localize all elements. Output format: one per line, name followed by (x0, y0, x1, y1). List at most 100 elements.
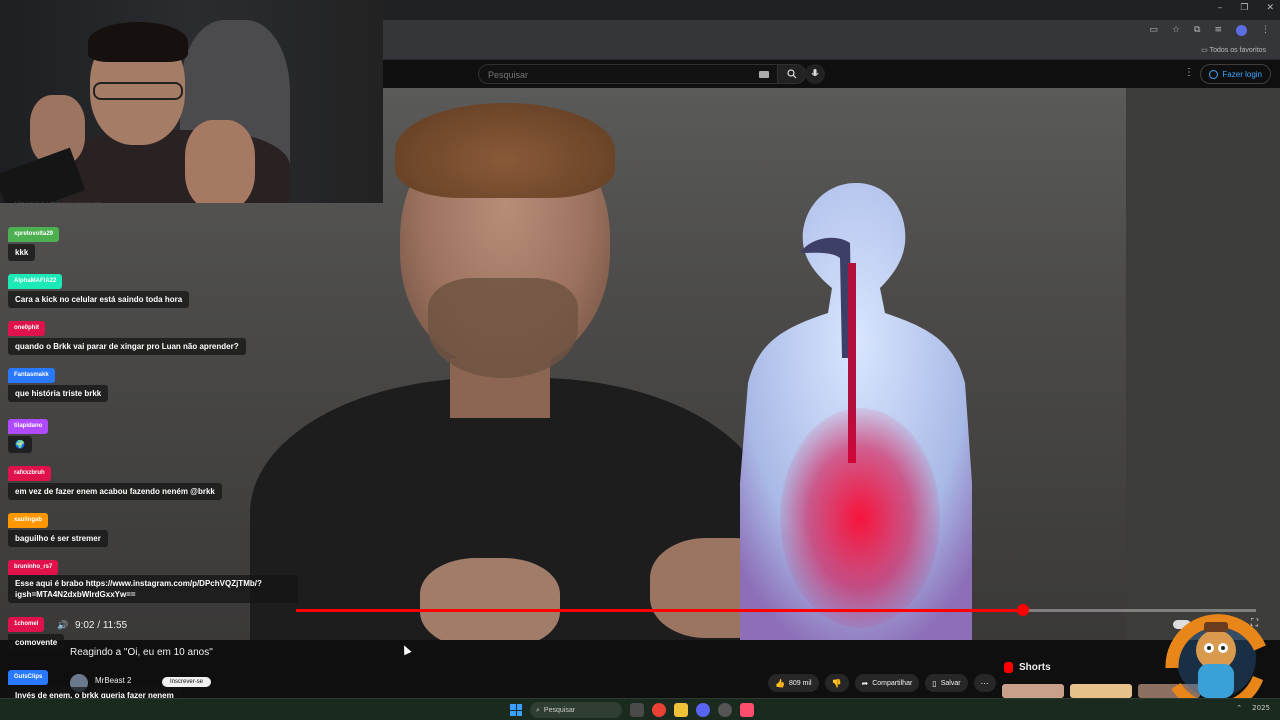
chevron-up-icon[interactable]: ⌃ (1236, 704, 1242, 712)
chat-username[interactable]: Fantasmakk (8, 368, 55, 383)
webcam-glasses (93, 82, 183, 100)
chat-username[interactable]: xpretovolta29 (8, 227, 60, 242)
duration: 11:55 (102, 620, 128, 631)
presenter-left-hand (420, 558, 560, 640)
search-box (478, 64, 778, 84)
chrome-icon[interactable] (652, 703, 666, 717)
chat-message: bruninho_rs7 Esse aqui é brabo https://ww… (8, 555, 298, 603)
chat-message: tilapidano 🌍 (8, 414, 49, 453)
chat-message: 1chomel comovente (8, 612, 65, 651)
search-button[interactable] (778, 64, 806, 84)
webcam-shoulder (185, 120, 255, 203)
chat-message-text: em vez de fazer enem acabou fazendo nené… (8, 483, 222, 500)
share-icon: ➦ (861, 678, 869, 688)
browser-menu-icon[interactable]: ⋮ (1261, 25, 1270, 36)
chat-message-text: 🌍 (8, 436, 32, 453)
maximize-icon[interactable]: ❐ (1240, 3, 1248, 13)
microphone-icon (811, 69, 819, 76)
video-actions: 👍 809 mil 👎 ➦ Compartilhar ▯ Salvar ⋯ (768, 674, 996, 692)
chat-username[interactable]: GutsClips (8, 670, 49, 685)
chat-message: AlphaMAFIA22 Cara a kick no celular está … (8, 269, 190, 308)
folder-icon: ▭ (1201, 47, 1208, 54)
chat-message: xpretovolta29 kkk (8, 222, 60, 261)
chat-faded-message: Um novo é salvo seja nessa vez... (15, 202, 107, 208)
window-controls: – ❐ ✕ (1218, 3, 1274, 13)
login-button[interactable]: Fazer login (1200, 64, 1271, 84)
thumbs-down-icon: 👎 (831, 678, 842, 688)
file-explorer-icon[interactable] (674, 703, 688, 717)
shorts-icon (1004, 662, 1013, 673)
youtube-masthead: ⋮ Fazer login (383, 60, 1280, 88)
screen: – ❐ ✕ ▭ ☆ ⧉ ≡ ⋮ ▭ Todos os favoritos Pes… (0, 0, 1280, 720)
chat-message-text: Esse aqui é brabo https://www.instagram.… (8, 575, 298, 603)
voice-search-button[interactable] (805, 64, 825, 84)
taskbar-apps: ⌕ Pesquisar (510, 702, 754, 718)
more-actions-button[interactable]: ⋯ (973, 674, 996, 692)
profile-avatar[interactable] (1236, 25, 1247, 36)
time-display: 9:02 / 11:55 (75, 620, 127, 631)
webcam-hair (88, 22, 188, 62)
chat-message-text: baguilho é ser stremer (8, 530, 108, 547)
webcam-overlay (0, 0, 383, 203)
chat-username[interactable]: 1chomel (8, 617, 45, 632)
chat-username[interactable]: tilapidano (8, 419, 49, 434)
chat-message: Fantasmakk que história triste brkk (8, 363, 109, 402)
all-bookmarks-button[interactable]: ▭ Todos os favoritos (1201, 46, 1266, 54)
chat-message-text: quando o Brkk vai parar de xingar pro Lu… (8, 338, 246, 355)
system-tray: ⌃ 2025 (1236, 704, 1270, 712)
search-icon (786, 69, 796, 79)
current-time: 9:02 (75, 620, 95, 631)
keyboard-icon[interactable] (759, 71, 769, 78)
taskbar: ⌕ Pesquisar ⌃ 2025 (0, 698, 1280, 720)
like-button[interactable]: 👍 809 mil (768, 674, 819, 692)
thumbs-up-icon: 👍 (775, 678, 785, 688)
settings-menu-icon[interactable]: ⋮ (1184, 67, 1194, 78)
extensions-icon[interactable]: ⧉ (1194, 25, 1200, 36)
windows-start-icon[interactable] (510, 704, 522, 716)
chat-message: xaulingab baguilho é ser stremer (8, 508, 108, 547)
minimize-icon[interactable]: – (1218, 3, 1223, 13)
presenter-beard (428, 278, 578, 378)
dislike-button[interactable]: 👎 (824, 674, 849, 692)
shorts-thumbnail[interactable] (1070, 684, 1132, 698)
cast-icon[interactable]: ▭ (1149, 25, 1158, 36)
chat-username[interactable]: AlphaMAFIA22 (8, 274, 63, 289)
star-icon[interactable]: ☆ (1172, 25, 1180, 36)
video-info: Reagindo a "Oi, eu em 10 anos" MrBeast 2… (0, 640, 1280, 698)
chat-message-text: comovente (8, 634, 65, 651)
search-input[interactable] (479, 66, 777, 84)
chat-username[interactable]: bruninho_rs7 (8, 560, 59, 575)
video-title: Reagindo a "Oi, eu em 10 anos" (70, 647, 213, 658)
sidebar-icon[interactable]: ≡ (1214, 25, 1222, 36)
taskbar-search[interactable]: ⌕ Pesquisar (530, 702, 622, 718)
account-icon (1209, 69, 1219, 79)
chat-message-text: kkk (8, 244, 36, 261)
chat-username[interactable]: rafxxzbruh (8, 466, 51, 481)
search-icon: ⌕ (536, 705, 540, 714)
chat-username[interactable]: one0phit (8, 321, 45, 336)
clock[interactable]: 2025 (1252, 704, 1270, 712)
app-icon[interactable] (740, 703, 754, 717)
share-button[interactable]: ➦ Compartilhar (854, 674, 920, 692)
address-bar[interactable]: ▭ ☆ ⧉ ≡ ⋮ (383, 20, 1280, 42)
save-button[interactable]: ▯ Salvar (925, 674, 968, 692)
close-icon[interactable]: ✕ (1266, 3, 1274, 13)
more-icon: ⋯ (980, 678, 989, 688)
shorts-thumbnail[interactable] (1002, 684, 1064, 698)
browser-title-bar: – ❐ ✕ (383, 0, 1280, 20)
webcam-body (60, 130, 290, 203)
discord-icon[interactable] (696, 703, 710, 717)
chat-username[interactable]: xaulingab (8, 513, 49, 528)
chat-message-text: que história triste brkk (8, 385, 109, 402)
task-view-icon[interactable] (630, 703, 644, 717)
progress-scrubber[interactable] (1016, 604, 1029, 616)
chat-message: rafxxzbruh em vez de fazer enem acabou fa… (8, 461, 222, 500)
obs-icon[interactable] (718, 703, 732, 717)
shorts-header: Shorts (1004, 662, 1051, 673)
progress-bar[interactable] (296, 604, 1256, 616)
presenter-hair (395, 103, 615, 198)
progress-played (296, 609, 1023, 612)
bookmark-icon: ▯ (932, 678, 937, 688)
stomach-glow (780, 408, 940, 628)
chat-message: one0phit quando o Brkk vai parar de xinga… (8, 316, 246, 355)
